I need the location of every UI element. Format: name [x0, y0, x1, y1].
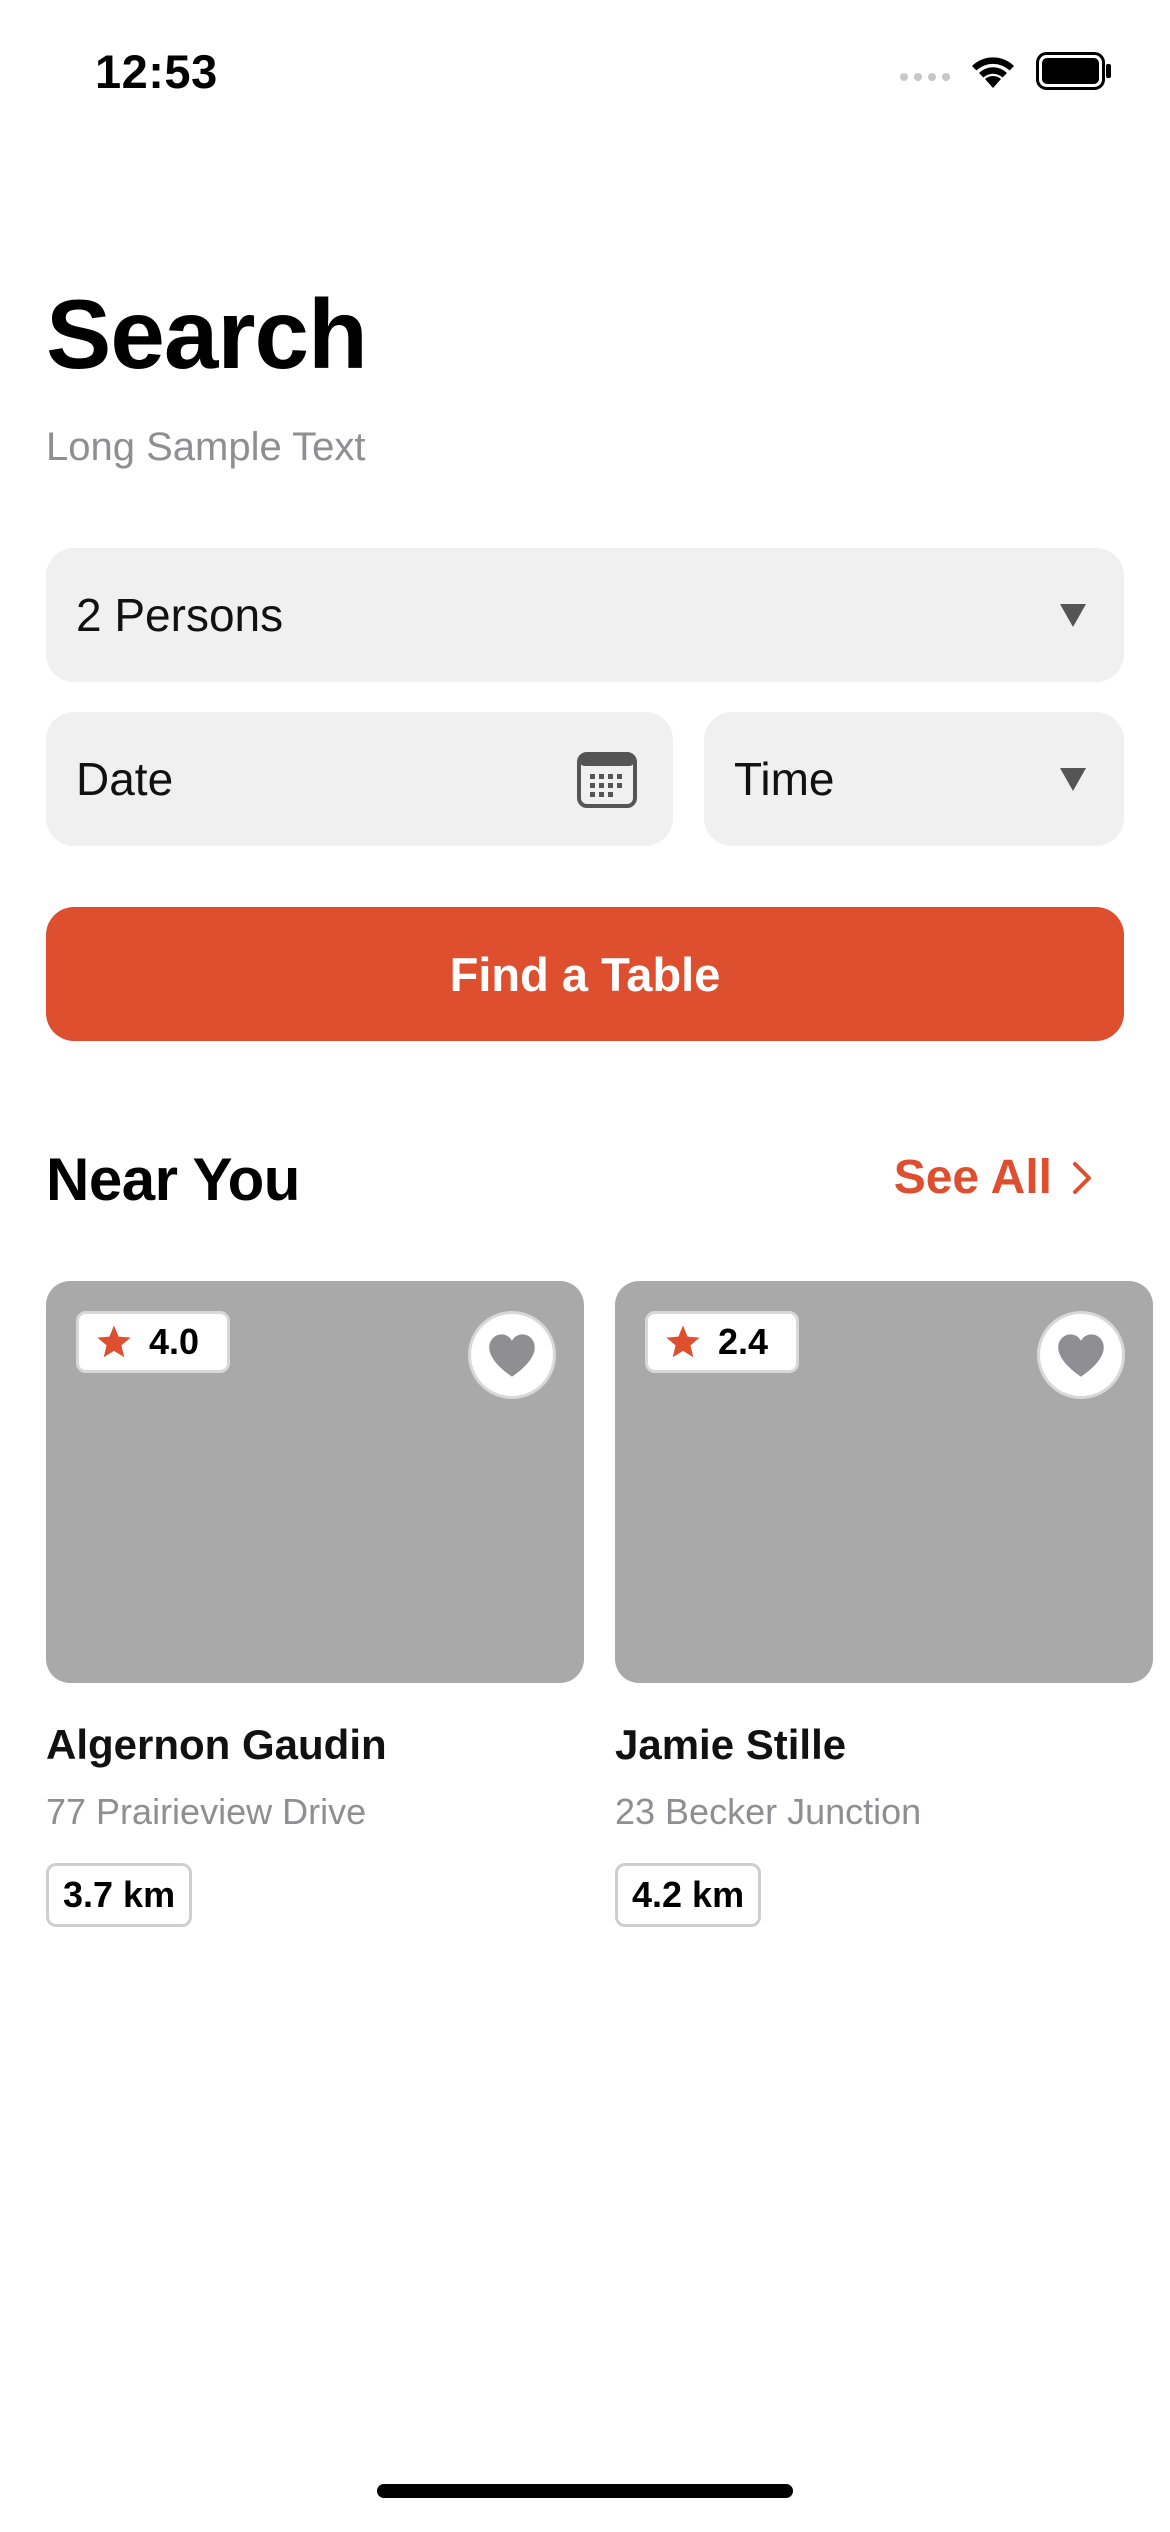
- dropdown-arrow-icon: [1060, 604, 1086, 627]
- rating-value: 2.4: [718, 1321, 769, 1362]
- restaurant-card[interactable]: 4.0 Algernon Gaudin 77 Prairieview Drive…: [46, 1281, 584, 1927]
- battery-icon: [1036, 52, 1111, 90]
- section-title: Near You: [46, 1146, 300, 1213]
- restaurant-address: 77 Prairieview Drive: [46, 1791, 367, 1832]
- restaurant-address: 23 Becker Junction: [615, 1791, 922, 1832]
- time-placeholder: Time: [734, 753, 835, 805]
- persons-value: 2 Persons: [76, 589, 284, 641]
- calendar-icon: [577, 752, 637, 808]
- restaurant-name: Jamie Stille: [615, 1721, 847, 1768]
- favorite-button[interactable]: [1037, 1311, 1125, 1399]
- dropdown-arrow-icon: [1060, 768, 1086, 791]
- time-dropdown[interactable]: Time: [704, 712, 1124, 846]
- see-all-link[interactable]: See All: [894, 1150, 1092, 1205]
- rating-badge: 2.4: [645, 1311, 800, 1373]
- heart-icon: [1058, 1334, 1104, 1377]
- restaurant-image: 4.0: [46, 1281, 584, 1683]
- restaurant-image: 2.4: [615, 1281, 1153, 1683]
- star-icon: [666, 1325, 700, 1358]
- favorite-button[interactable]: [468, 1311, 556, 1399]
- persons-dropdown[interactable]: 2 Persons: [46, 548, 1124, 682]
- rating-badge: 4.0: [76, 1311, 231, 1373]
- status-time: 12:53: [95, 45, 218, 98]
- restaurant-card[interactable]: 2.4 Jamie Stille 23 Becker Junction 4.2 …: [615, 1281, 1153, 1927]
- page-title: Search: [46, 279, 368, 389]
- signal-icon: [900, 73, 950, 81]
- home-indicator[interactable]: [377, 2484, 793, 2498]
- status-icons: [900, 52, 1112, 90]
- heart-icon: [489, 1334, 535, 1377]
- see-all-label: See All: [893, 1151, 1052, 1204]
- distance-badge: 4.2 km: [615, 1863, 762, 1927]
- star-icon: [97, 1325, 131, 1358]
- distance-badge: 3.7 km: [46, 1863, 193, 1927]
- rating-value: 4.0: [149, 1321, 200, 1362]
- page-subtitle: Long Sample Text: [46, 425, 366, 469]
- find-table-button[interactable]: Find a Table: [46, 907, 1124, 1041]
- date-field[interactable]: Date: [46, 712, 673, 846]
- date-placeholder: Date: [76, 753, 174, 805]
- wifi-icon: [972, 57, 1014, 88]
- restaurant-name: Algernon Gaudin: [46, 1721, 387, 1768]
- status-bar: 12:53: [0, 0, 1170, 150]
- chevron-right-icon: [1073, 1161, 1091, 1194]
